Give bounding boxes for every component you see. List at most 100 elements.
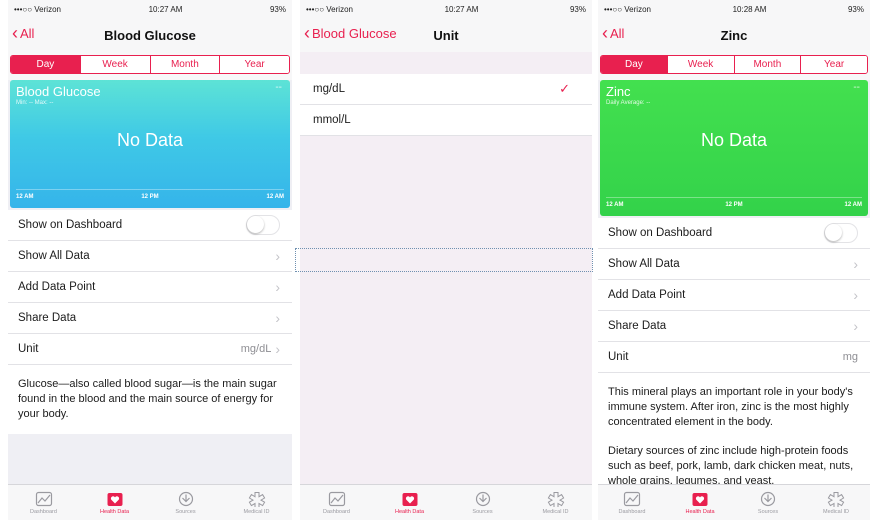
nav-bar: ‹ All Zinc — [598, 18, 870, 52]
add-data-point-row[interactable]: Add Data Point › — [598, 280, 870, 311]
nav-bar: ‹ All Blood Glucose — [8, 18, 292, 52]
card-title: Zinc — [606, 84, 631, 99]
health-data-icon — [402, 492, 417, 506]
settings-list: Show on Dashboard Show All Data › Add Da… — [598, 218, 870, 373]
show-all-data-row[interactable]: Show All Data › — [598, 249, 870, 280]
period-segmented-control: Day Week Month Year — [600, 55, 868, 74]
health-data-icon — [107, 492, 122, 506]
segment-day[interactable]: Day — [11, 56, 80, 73]
back-button[interactable]: ‹ All — [602, 24, 625, 42]
row-label: Add Data Point — [608, 289, 686, 301]
period-segmented-control: Day Week Month Year — [10, 55, 290, 74]
unit-row[interactable]: Unit mg/dL › — [8, 334, 292, 365]
clock: 10:28 AM — [732, 4, 767, 14]
segment-day[interactable]: Day — [601, 56, 667, 73]
segment-year[interactable]: Year — [800, 56, 867, 73]
show-all-data-row[interactable]: Show All Data › — [8, 241, 292, 272]
tab-label: Dashboard — [323, 508, 350, 515]
dashboard-icon — [35, 491, 52, 506]
description-text: Glucose—also called blood sugar—is the m… — [18, 378, 277, 420]
segment-week[interactable]: Week — [79, 56, 150, 73]
status-bar: •••○○ Verizon 10:27 AM 93% — [300, 0, 592, 18]
checkmark-icon: ✓ — [559, 81, 570, 96]
tab-bar: Dashboard Health Data Sources Medical ID — [598, 484, 870, 520]
zinc-screen: •••○○ Verizon 10:28 AM 93% ‹ All Zinc Da… — [598, 0, 870, 520]
chevron-right-icon: › — [275, 279, 280, 295]
card-value: -- — [853, 82, 860, 93]
tab-bar: Dashboard Health Data Sources Medical ID — [8, 484, 292, 520]
card-value: -- — [275, 82, 282, 93]
segment-year[interactable]: Year — [219, 56, 289, 73]
battery-label: 93% — [847, 4, 864, 14]
no-data-label: No Data — [700, 130, 768, 150]
chevron-left-icon: ‹ — [12, 23, 18, 43]
no-data-label: No Data — [116, 130, 184, 150]
tab-health-data[interactable]: Health Data — [373, 485, 446, 520]
chart-card: Zinc Daily Average: -- -- No Data 12 AM … — [600, 80, 868, 216]
status-bar: •••○○ Verizon 10:27 AM 93% — [8, 0, 292, 18]
unit-option-mmol-l[interactable]: mmol/L — [300, 105, 592, 136]
dashboard-icon — [328, 491, 345, 506]
segment-month[interactable]: Month — [733, 56, 801, 73]
tab-dashboard[interactable]: Dashboard — [8, 485, 79, 520]
back-button[interactable]: ‹ All — [12, 23, 34, 43]
carrier-label: •••○○ Verizon — [604, 4, 651, 14]
unit-option-label: mmol/L — [313, 114, 351, 126]
chart-baseline — [16, 189, 284, 190]
status-bar: •••○○ Verizon 10:28 AM 93% — [598, 0, 870, 18]
dashboard-toggle[interactable] — [824, 223, 858, 243]
tab-label: Health Data — [394, 508, 425, 515]
tab-sources[interactable]: Sources — [734, 485, 802, 520]
tab-sources[interactable]: Sources — [446, 485, 519, 520]
focus-outline — [295, 248, 593, 272]
tab-dashboard[interactable]: Dashboard — [598, 485, 666, 520]
sources-icon — [760, 491, 776, 506]
unit-value: mg/dL — [240, 343, 272, 355]
unit-row[interactable]: Unit mg — [598, 342, 870, 373]
unit-option-mg-dl[interactable]: mg/dL ✓ — [300, 74, 592, 105]
segment-month[interactable]: Month — [149, 56, 220, 73]
tab-health-data[interactable]: Health Data — [79, 485, 150, 520]
share-data-row[interactable]: Share Data › — [598, 311, 870, 342]
row-label: Add Data Point — [18, 281, 96, 293]
tab-medical-id[interactable]: Medical ID — [802, 485, 870, 520]
chart-baseline — [606, 197, 862, 198]
chart-axis: 12 AM 12 PM 12 AM — [606, 202, 862, 208]
sources-icon — [178, 491, 193, 506]
segment-week[interactable]: Week — [666, 56, 734, 73]
tab-label: Sources — [175, 508, 196, 515]
description-text: Dietary sources of zinc include high-pro… — [608, 445, 854, 487]
medical-id-icon — [248, 491, 265, 507]
tab-bar: Dashboard Health Data Sources Medical ID — [300, 484, 592, 520]
share-data-row[interactable]: Share Data › — [8, 303, 292, 334]
row-label: Share Data — [608, 320, 667, 332]
tab-label: Health Data — [99, 508, 130, 515]
row-label: Unit — [18, 343, 39, 355]
tab-dashboard[interactable]: Dashboard — [300, 485, 373, 520]
tab-health-data[interactable]: Health Data — [666, 485, 734, 520]
axis-label: 12 PM — [725, 202, 743, 208]
carrier-label: •••○○ Verizon — [14, 4, 61, 14]
dashboard-toggle[interactable] — [246, 215, 280, 235]
row-label: Unit — [608, 351, 629, 363]
back-button[interactable]: ‹ Blood Glucose — [304, 24, 397, 42]
page-title: Zinc — [720, 27, 748, 43]
tab-sources[interactable]: Sources — [150, 485, 221, 520]
dashboard-icon — [623, 491, 641, 506]
tab-label: Medical ID — [542, 508, 569, 515]
tab-medical-id[interactable]: Medical ID — [519, 485, 592, 520]
tab-label: Sources — [472, 508, 493, 515]
show-on-dashboard-row: Show on Dashboard — [8, 210, 292, 241]
blood-glucose-screen: •••○○ Verizon 10:27 AM 93% ‹ All Blood G… — [8, 0, 292, 520]
back-label: All — [610, 26, 625, 41]
chevron-right-icon: › — [853, 287, 858, 303]
unit-value: mg — [842, 351, 858, 363]
tab-medical-id[interactable]: Medical ID — [221, 485, 292, 520]
carrier-label: •••○○ Verizon — [306, 4, 353, 14]
tab-label: Dashboard — [30, 508, 57, 515]
show-on-dashboard-row: Show on Dashboard — [598, 218, 870, 249]
description-text: This mineral plays an important role in … — [608, 386, 853, 428]
card-subtitle: Daily Average: -- — [606, 100, 651, 106]
chevron-right-icon: › — [853, 256, 858, 272]
add-data-point-row[interactable]: Add Data Point › — [8, 272, 292, 303]
